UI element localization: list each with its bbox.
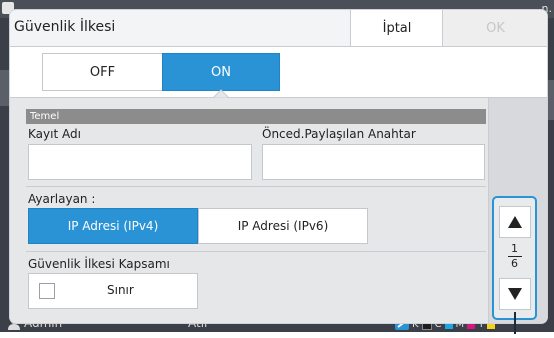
cancel-button[interactable]: İptal — [350, 10, 443, 46]
limit-checkbox[interactable] — [39, 283, 55, 299]
page-total: 6 — [511, 257, 518, 270]
section-divider — [26, 186, 486, 187]
limit-checkbox-button[interactable]: Sınır — [28, 273, 198, 309]
ipv6-address-option[interactable]: IP Adresi (IPv6) — [198, 208, 368, 244]
record-name-label: Kayıt Adı — [28, 127, 81, 141]
security-policy-dialog: Güvenlik İlkesi İptal OK OFF ON Temel Ka… — [10, 10, 547, 323]
page-indicator: 1 6 — [494, 243, 535, 270]
ipv4-address-option[interactable]: IP Adresi (IPv4) — [28, 208, 198, 244]
triangle-down-icon — [508, 288, 522, 300]
ok-button[interactable]: OK — [442, 10, 547, 46]
callout-line — [514, 312, 516, 334]
scroll-down-button[interactable] — [499, 278, 531, 310]
record-name-field[interactable] — [28, 144, 252, 180]
limit-checkbox-label: Sınır — [107, 283, 134, 297]
pre-shared-key-label: Önced.Paylaşılan Anahtar — [262, 127, 416, 141]
dialog-title: Güvenlik İlkesi — [14, 19, 116, 35]
page-scroller: 1 6 — [492, 196, 537, 320]
on-button[interactable]: ON — [162, 53, 280, 91]
dialog-header: Güvenlik İlkesi İptal OK — [10, 10, 547, 47]
set-by-label: Ayarlayan : — [28, 192, 96, 206]
selection-pointer — [213, 89, 229, 105]
section-divider-2 — [26, 251, 486, 252]
section-header-basic: Temel — [26, 109, 486, 124]
pre-shared-key-field[interactable] — [262, 144, 485, 180]
policy-scope-label: Güvenlik İlkesi Kapsamı — [28, 257, 170, 271]
on-off-toggle-row: OFF ON — [10, 47, 547, 97]
page-current: 1 — [511, 242, 518, 255]
scroll-up-button[interactable] — [499, 206, 531, 238]
triangle-up-icon — [508, 216, 522, 228]
off-button[interactable]: OFF — [42, 53, 163, 91]
